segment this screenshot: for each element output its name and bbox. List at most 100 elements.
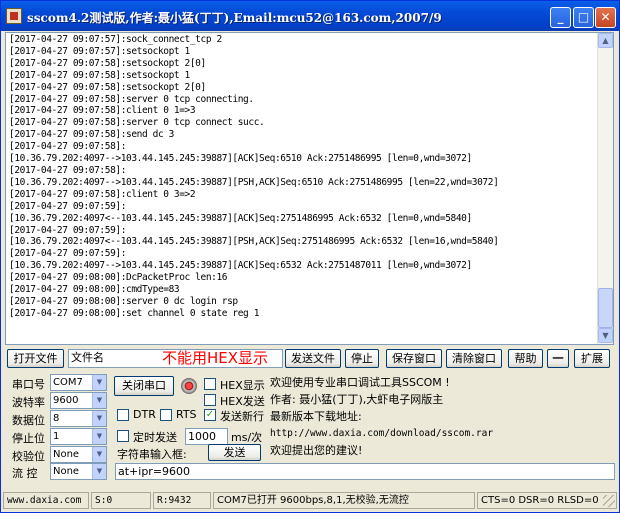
receive-log[interactable]: [2017-04-27 09:07:57]:sock_connect_tcp 2… xyxy=(5,32,614,345)
scroll-up-icon[interactable]: ▲ xyxy=(598,33,613,48)
timed-send-checkbox[interactable] xyxy=(117,430,129,442)
chevron-down-icon[interactable]: ▼ xyxy=(92,464,106,479)
collapse-button[interactable]: 一 xyxy=(547,349,569,368)
port-value: COM7 xyxy=(53,377,83,388)
status-site: www.daxia.com xyxy=(3,492,89,509)
dtr-label: DTR xyxy=(133,408,156,421)
info-download-label: 最新版本下载地址: xyxy=(270,410,362,423)
expand-button[interactable]: 扩展 xyxy=(574,349,610,368)
dtr-checkbox[interactable] xyxy=(117,409,129,421)
port-select[interactable]: COM7 ▼ xyxy=(50,374,107,391)
log-line: [2017-04-27 09:07:58]:client 0 3=>2 xyxy=(9,188,196,200)
scroll-thumb[interactable] xyxy=(598,288,613,328)
close-button[interactable]: ✕ xyxy=(595,7,616,28)
scroll-down-icon[interactable]: ▼ xyxy=(598,328,613,343)
log-line: [10.36.79.202:4097<--103.44.145.245:3988… xyxy=(9,236,499,248)
log-line: [10.36.79.202:4097<--103.44.145.245:3988… xyxy=(9,212,472,224)
hex-send-checkbox[interactable] xyxy=(204,394,216,406)
resize-grip-icon[interactable] xyxy=(603,495,615,507)
log-line: [2017-04-27 09:07:58]: xyxy=(9,141,127,153)
stopbits-value: 1 xyxy=(53,431,60,442)
minimize-button[interactable]: _ xyxy=(550,7,571,28)
baud-label: 波特率 xyxy=(12,396,45,409)
stopbits-select[interactable]: 1 ▼ xyxy=(50,428,107,445)
status-send-count: S:0 xyxy=(91,492,151,509)
log-line: [2017-04-27 09:08:00]:set channel 0 stat… xyxy=(9,307,260,319)
parity-select[interactable]: None ▼ xyxy=(50,446,107,463)
interval-unit-label: ms/次 xyxy=(231,431,263,444)
log-line: [2017-04-27 09:07:58]:setsockopt 1 xyxy=(9,69,190,81)
send-newline-checkbox[interactable]: ✓ xyxy=(204,409,216,421)
chevron-down-icon[interactable]: ▼ xyxy=(92,393,106,408)
log-line: [2017-04-27 09:07:58]:setsockopt 2[0] xyxy=(9,57,206,69)
port-label: 串口号 xyxy=(12,378,45,391)
flow-value: None xyxy=(53,466,80,477)
hex-display-label: HEX显示 xyxy=(220,379,265,392)
info-author: 作者: 聂小猛(丁丁),大虾电子网版主 xyxy=(270,393,444,406)
main-window: sscom4.2测试版,作者:聂小猛(丁丁),Email:mcu52@163.c… xyxy=(0,0,620,513)
status-bar: www.daxia.com S:0 R:9432 COM7已打开 9600bps… xyxy=(3,492,617,509)
log-line: [2017-04-27 09:07:59]: xyxy=(9,224,127,236)
help-button[interactable]: 帮助 xyxy=(508,349,543,368)
hex-warning-note: 不能用HEX显示 xyxy=(162,349,269,367)
log-line: [2017-04-27 09:07:58]:setsockopt 2[0] xyxy=(9,81,206,93)
app-icon[interactable] xyxy=(6,8,22,24)
info-feedback: 欢迎提出您的建议! xyxy=(270,444,363,457)
status-lines: CTS=0 DSR=0 RLSD=0 xyxy=(477,492,617,509)
hex-send-label: HEX发送 xyxy=(220,395,265,408)
log-line: [2017-04-27 09:08:00]:server 0 dc login … xyxy=(9,295,238,307)
send-file-button[interactable]: 发送文件 xyxy=(285,349,341,368)
log-line: [10.36.79.202:4097-->103.44.145.245:3988… xyxy=(9,260,472,272)
log-line: [2017-04-27 09:08:00]:DcPacketProc len:1… xyxy=(9,272,228,284)
log-line: [2017-04-27 09:07:57]:setsockopt 1 xyxy=(9,45,190,57)
log-line: [2017-04-27 09:07:58]: xyxy=(9,164,127,176)
window-title: sscom4.2测试版,作者:聂小猛(丁丁),Email:mcu52@163.c… xyxy=(27,11,442,25)
log-line: [2017-04-27 09:07:59]: xyxy=(9,248,127,260)
vertical-scrollbar[interactable]: ▲ ▼ xyxy=(597,33,613,344)
hex-display-checkbox[interactable] xyxy=(204,378,216,390)
maximize-button[interactable]: □ xyxy=(573,7,594,28)
databits-label: 数据位 xyxy=(12,414,45,427)
log-line: [2017-04-27 09:07:58]:server 0 tcp conne… xyxy=(9,117,265,129)
rts-checkbox[interactable] xyxy=(160,409,172,421)
info-welcome: 欢迎使用专业串口调试工具SSCOM ! xyxy=(270,376,450,389)
timed-send-label: 定时发送 xyxy=(133,431,177,444)
parity-value: None xyxy=(53,449,80,460)
baud-select[interactable]: 9600 ▼ xyxy=(50,392,107,409)
save-window-button[interactable]: 保存窗口 xyxy=(386,349,442,368)
title-bar[interactable]: sscom4.2测试版,作者:聂小猛(丁丁),Email:mcu52@163.c… xyxy=(1,1,619,31)
stop-button[interactable]: 停止 xyxy=(345,349,379,368)
chevron-down-icon[interactable]: ▼ xyxy=(92,447,106,462)
log-line: [2017-04-27 09:07:57]:sock_connect_tcp 2 xyxy=(9,34,222,45)
stopbits-label: 停止位 xyxy=(12,432,45,445)
status-recv-count: R:9432 xyxy=(153,492,211,509)
log-line: [2017-04-27 09:07:58]:send dc 3 xyxy=(9,129,174,141)
chevron-down-icon[interactable]: ▼ xyxy=(92,411,106,426)
flow-label: 流 控 xyxy=(12,467,38,480)
clear-window-button[interactable]: 清除窗口 xyxy=(446,349,502,368)
chevron-down-icon[interactable]: ▼ xyxy=(92,429,106,444)
port-status-led-icon xyxy=(181,378,197,394)
databits-value: 8 xyxy=(53,413,60,424)
log-line: [10.36.79.202:4097-->103.44.145.245:3988… xyxy=(9,176,499,188)
send-input[interactable]: at+ipr=9600 xyxy=(115,463,615,480)
rts-label: RTS xyxy=(176,408,197,421)
close-port-button[interactable]: 关闭串口 xyxy=(114,376,174,396)
string-input-label: 字符串输入框: xyxy=(117,448,187,461)
log-line: [2017-04-27 09:07:58]:client 0 1=>3 xyxy=(9,105,196,117)
open-file-button[interactable]: 打开文件 xyxy=(7,349,64,368)
info-download-link[interactable]: http://www.daxia.com/download/sscom.rar xyxy=(270,425,615,442)
flow-select[interactable]: None ▼ xyxy=(50,463,107,480)
log-line: [10.36.79.202:4097-->103.44.145.245:3988… xyxy=(9,153,472,165)
log-text: [2017-04-27 09:07:57]:sock_connect_tcp 2… xyxy=(9,34,599,320)
log-line: [2017-04-27 09:07:58]:server 0 tcp conne… xyxy=(9,93,254,105)
interval-input[interactable]: 1000 xyxy=(185,428,228,445)
log-line: [2017-04-27 09:07:59]: xyxy=(9,200,127,212)
baud-value: 9600 xyxy=(53,395,79,406)
info-panel: 欢迎使用专业串口调试工具SSCOM ! 作者: 聂小猛(丁丁),大虾电子网版主 … xyxy=(270,374,615,460)
parity-label: 校验位 xyxy=(12,450,45,463)
databits-select[interactable]: 8 ▼ xyxy=(50,410,107,427)
chevron-down-icon[interactable]: ▼ xyxy=(92,375,106,390)
send-newline-label: 发送新行 xyxy=(220,410,264,423)
send-button[interactable]: 发送 xyxy=(208,444,261,461)
